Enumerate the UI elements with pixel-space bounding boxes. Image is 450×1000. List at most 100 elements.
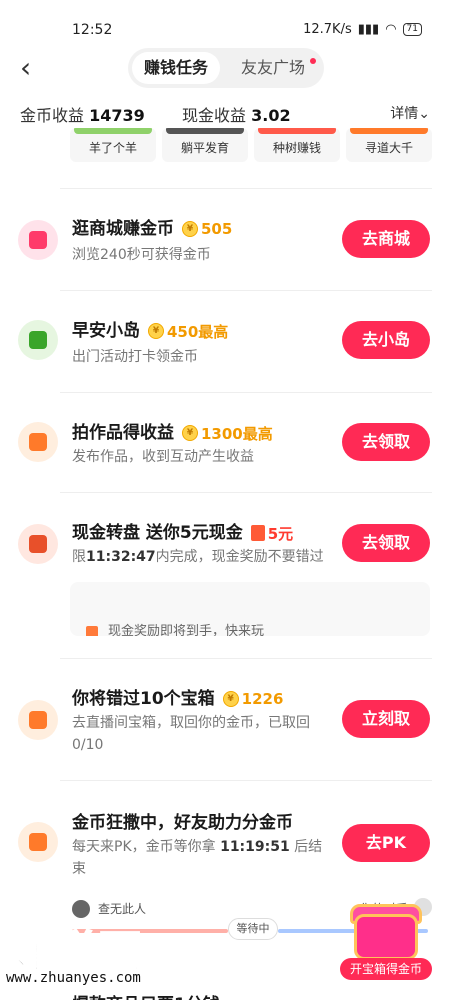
task-desc-suffix: 内完成，现金奖励不要错过 (155, 549, 324, 565)
task-desc: 浏览240秒可获得金币 (72, 247, 211, 263)
red-packet-icon (250, 525, 265, 541)
chip-image (166, 128, 244, 134)
pk-track-left (72, 929, 228, 933)
task-title-text: 早安小岛 (72, 321, 140, 341)
camera-icon (18, 422, 58, 462)
task-title-text: 拍作品得收益 (72, 423, 174, 443)
coin-reward: ¥1226 (222, 690, 284, 708)
status-time: 12:52 (72, 22, 113, 38)
divider (60, 780, 432, 781)
tab-friend-square[interactable]: 友友广场 (228, 52, 318, 84)
coin-reward: ¥1300最高 (182, 423, 273, 444)
red-packet-icon (86, 625, 98, 636)
go-pk-button[interactable]: 去PK (342, 824, 430, 862)
tab-friend-square-label: 友友广场 (240, 58, 305, 77)
chip-image (350, 128, 428, 134)
status-bar: 12:52 12.7K/s ▮▮▮ ◠ 71 (0, 0, 450, 40)
coin-icon: ¥ (182, 221, 198, 237)
chip-game[interactable]: 羊了个羊 (70, 128, 156, 162)
chip-game[interactable]: 躺平发育 (162, 128, 248, 162)
go-island-button[interactable]: 去小岛 (342, 321, 430, 359)
task-post-works: 拍作品得收益 ¥1300最高 发布作品，收到互动产生收益 去领取 (0, 402, 450, 492)
divider (60, 658, 432, 659)
chest-label: 开宝箱得金币 (340, 958, 432, 980)
task-desc: 每天来PK，金币等你拿 11:19:51 后结束 (72, 836, 328, 880)
task-title: 金币狂撒中，好友助力分金币 (72, 813, 293, 833)
take-now-button[interactable]: 立刻取 (342, 700, 430, 738)
back-icon[interactable]: ‹ (20, 54, 48, 82)
coin-reward-value: 505 (201, 220, 233, 238)
chip-label: 寻道大千 (364, 141, 413, 155)
divider (60, 492, 432, 493)
task-title: 逛商城赚金币 ¥505 (72, 214, 232, 239)
coin-earnings-value: 14739 (89, 106, 145, 125)
details-label: 详情 (390, 106, 419, 122)
notification-dot (310, 58, 316, 64)
signal-icon: ▮▮▮ (357, 22, 380, 37)
game-chips: 羊了个羊 躺平发育 种树赚钱 寻道大千 (70, 128, 432, 164)
coin-icon: ¥ (222, 691, 239, 707)
task-treasure: 你将错过10个宝箱 ¥1226 去直播间宝箱，取回你的金币，已取回 0/10 立刻… (0, 668, 450, 778)
task-title: 现金转盘 送你5元现金 5元 (72, 518, 293, 544)
task-desc: 出门活动打卡领金币 (72, 349, 198, 365)
countdown-timer: 11:19:51 (220, 839, 290, 855)
wheel-ticker: 现金奖励即将到手，快来玩 (70, 582, 430, 636)
coin-reward: ¥505 (182, 220, 232, 238)
battery-icon: 71 (402, 23, 422, 36)
treasure-chest-icon (354, 914, 418, 960)
task-mall: 逛商城赚金币 ¥505 浏览240秒可获得金币 去商城 (0, 200, 450, 290)
cash-earnings-label: 现金收益 (182, 106, 247, 125)
segment-control: 赚钱任务 友友广场 (128, 48, 324, 88)
coin-icon: ¥ (148, 323, 164, 339)
chip-label: 羊了个羊 (88, 141, 137, 155)
pk-status-badge: 等待中 (228, 918, 278, 940)
treasure-chest-button[interactable]: 开宝箱得金币 (340, 900, 432, 980)
chevron-down-icon: ⌄ (418, 106, 430, 122)
chip-game[interactable]: 寻道大千 (346, 128, 432, 162)
ticker-line: 现金奖励即将到手，快来玩 (86, 620, 264, 636)
chip-image (74, 128, 152, 134)
live-tv-icon (18, 700, 58, 740)
coin-earnings: 金币收益 14739 (20, 102, 145, 126)
top-nav: ‹ 赚钱任务 友友广场 (0, 48, 450, 92)
wheel-icon (18, 524, 58, 564)
task-desc: 限11:32:47内完成，现金奖励不要错过 (72, 546, 324, 568)
task-title: 你将错过10个宝箱 ¥1226 (72, 684, 283, 709)
ticker-text: 现金奖励即将到手，快来玩 (108, 624, 265, 636)
status-right: 12.7K/s ▮▮▮ ◠ 71 (303, 22, 422, 37)
countdown-timer: 11:32:47 (86, 549, 156, 565)
task-pk: 金币狂撒中，好友助力分金币 每天来PK，金币等你拿 11:19:51 后结束 去… (0, 790, 450, 890)
claim-button[interactable]: 去领取 (342, 423, 430, 461)
chip-label: 躺平发育 (180, 141, 229, 155)
tab-earn-tasks[interactable]: 赚钱任务 (132, 52, 220, 84)
task-desc: 发布作品，收到互动产生收益 (72, 449, 254, 465)
avatar (72, 900, 90, 918)
cash-earnings: 现金收益 3.02 (182, 102, 291, 126)
island-icon (18, 320, 58, 360)
chip-game[interactable]: 种树赚钱 (254, 128, 340, 162)
task-title-text: 逛商城赚金币 (72, 219, 174, 239)
coin-reward-value: 1300最高 (201, 424, 273, 443)
divider (60, 392, 432, 393)
divider (60, 188, 432, 189)
task-desc-prefix: 限 (72, 549, 86, 565)
go-mall-button[interactable]: 去商城 (342, 220, 430, 258)
coin-icon (18, 822, 58, 862)
network-speed: 12.7K/s (303, 22, 352, 37)
chip-image (258, 128, 336, 134)
details-link[interactable]: 详情⌄ (390, 103, 430, 123)
chip-label: 种树赚钱 (272, 141, 321, 155)
coin-earnings-label: 金币收益 (20, 106, 85, 125)
cash-reward: 5元 (250, 523, 293, 544)
task-desc-prefix: 每天来PK，金币等你拿 (72, 839, 221, 855)
coin-reward-value: 450最高 (167, 322, 229, 341)
pk-user-name: 查无此人 (98, 902, 147, 916)
task-title-text: 现金转盘 送你5元现金 (72, 523, 243, 543)
coin-reward-value: 1226 (241, 690, 284, 708)
task-title-text: 你将错过10个宝箱 (72, 689, 215, 709)
claim-wheel-button[interactable]: 去领取 (342, 524, 430, 562)
task-cash-wheel: 现金转盘 送你5元现金 5元 限11:32:47内完成，现金奖励不要错过 去领取 … (0, 502, 450, 642)
wifi-icon: ◠ (385, 22, 397, 37)
task-desc: 去直播间宝箱，取回你的金币，已取回 0/10 (72, 715, 310, 753)
task-title: 早安小岛 ¥450最高 (72, 316, 228, 342)
